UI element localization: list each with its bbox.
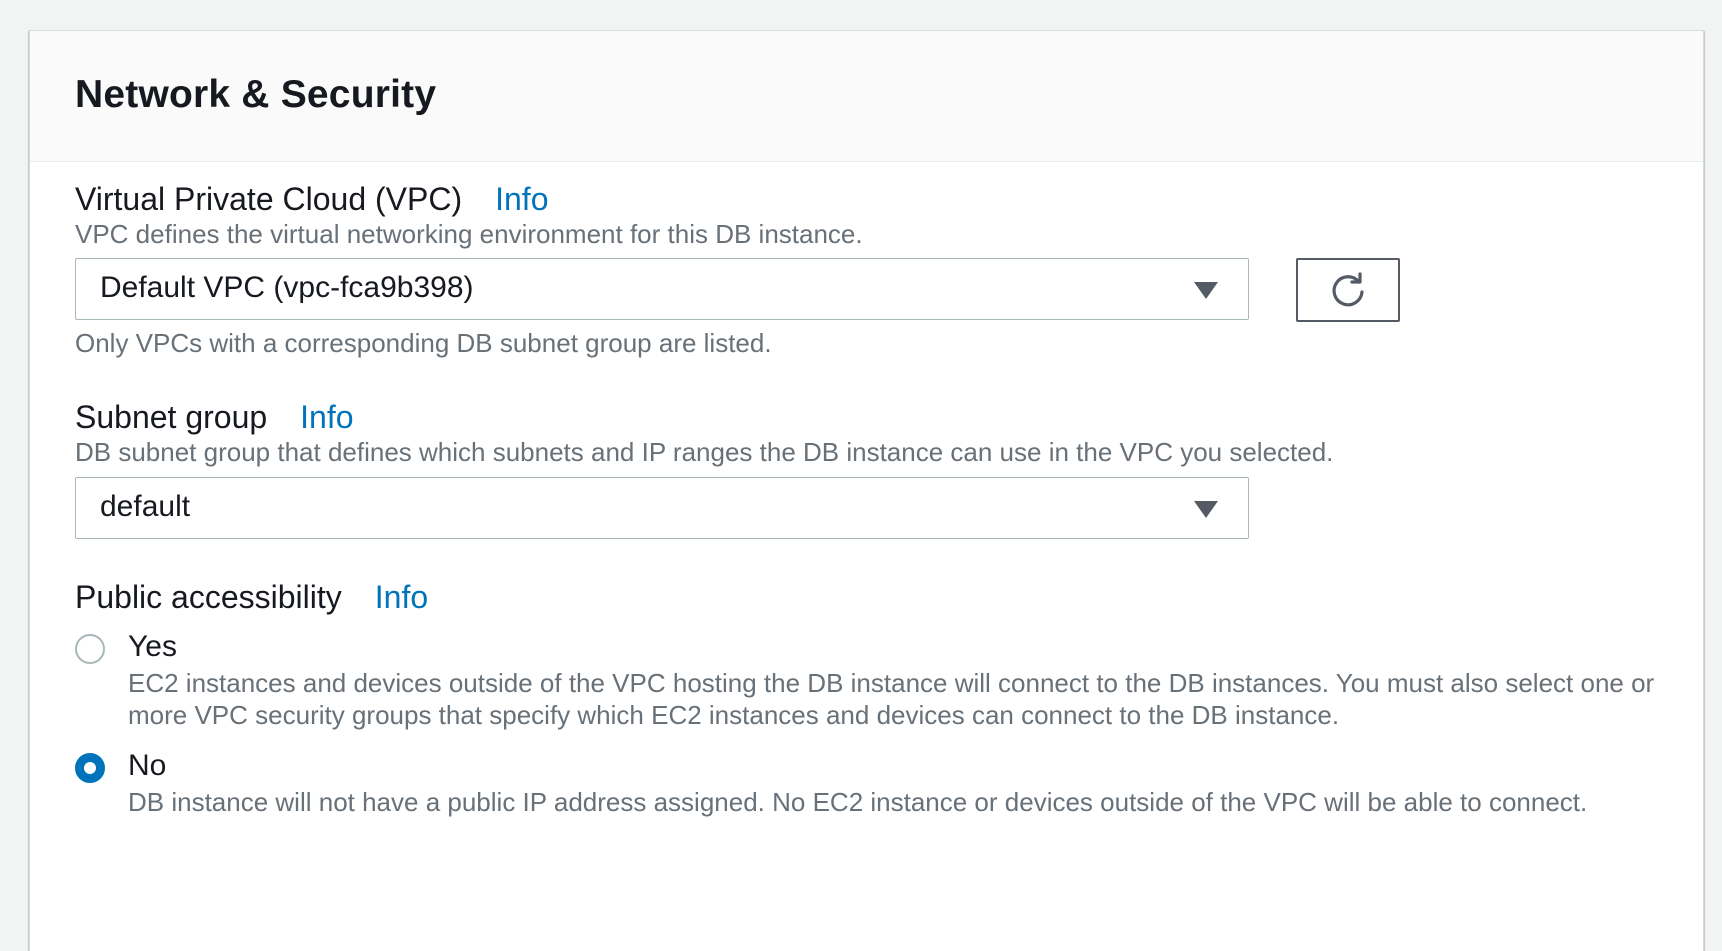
vpc-hint: Only VPCs with a corresponding DB subnet… — [75, 328, 772, 358]
vpc-info-link[interactable]: Info — [495, 181, 548, 218]
subnet-field-label: Subnet group Info — [75, 399, 354, 436]
radio-no-label[interactable]: No — [128, 749, 166, 783]
subnet-group-select[interactable]: default — [75, 477, 1249, 539]
vpc-field-label: Virtual Private Cloud (VPC) Info — [75, 181, 548, 218]
caret-down-icon — [1194, 501, 1218, 518]
network-security-panel: Network & Security Virtual Private Cloud… — [29, 30, 1704, 951]
public-access-label: Public accessibility — [75, 579, 342, 615]
panel-header: Network & Security — [30, 31, 1703, 162]
vpc-label: Virtual Private Cloud (VPC) — [75, 181, 463, 217]
public-access-field-label: Public accessibility Info — [75, 579, 428, 616]
radio-yes-description: EC2 instances and devices outside of the… — [128, 668, 1655, 730]
refresh-icon — [1332, 272, 1364, 307]
caret-down-icon — [1194, 282, 1218, 299]
subnet-info-link[interactable]: Info — [300, 399, 353, 436]
subnet-description: DB subnet group that defines which subne… — [75, 437, 1334, 467]
vpc-refresh-button[interactable] — [1296, 258, 1400, 322]
vpc-select[interactable]: Default VPC (vpc-fca9b398) — [75, 258, 1249, 320]
radio-yes-label[interactable]: Yes — [128, 630, 177, 664]
radio-no-description: DB instance will not have a public IP ad… — [128, 787, 1588, 817]
radio-yes[interactable] — [75, 634, 105, 664]
subnet-select-value: default — [100, 490, 191, 523]
public-access-info-link[interactable]: Info — [375, 579, 428, 616]
subnet-label: Subnet group — [75, 399, 268, 435]
section-title: Network & Security — [75, 73, 437, 116]
radio-no[interactable] — [75, 753, 105, 783]
vpc-select-value: Default VPC (vpc-fca9b398) — [100, 271, 474, 304]
vpc-description: VPC defines the virtual networking envir… — [75, 219, 863, 249]
